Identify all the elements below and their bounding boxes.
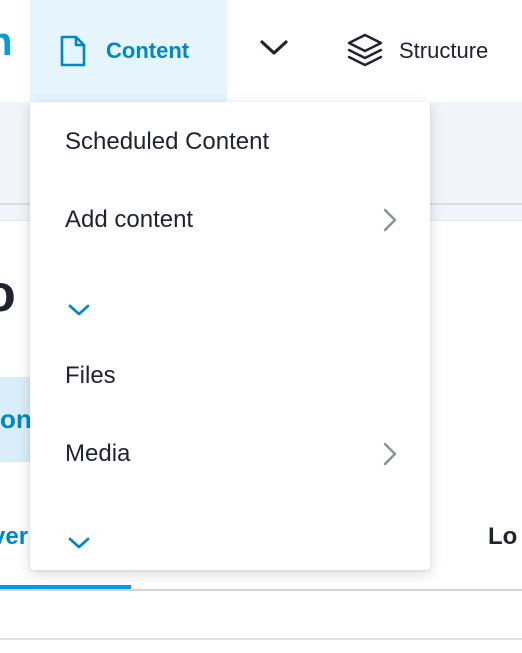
chevron-down-icon: [259, 39, 289, 57]
tabs-divider: [0, 589, 522, 591]
menu-item-add-content[interactable]: Add content: [30, 189, 430, 251]
layers-icon: [346, 32, 399, 70]
toolbar-expand-button[interactable]: [250, 28, 298, 68]
menu-item-media[interactable]: Media: [30, 423, 430, 485]
submenu-toggle-add-content[interactable]: [64, 295, 94, 325]
chevron-down-icon: [67, 303, 91, 317]
site-logo[interactable]: n: [0, 22, 12, 62]
toolbar-item-structure[interactable]: Structure: [346, 0, 488, 102]
page-title: o: [0, 268, 16, 320]
toolbar-item-content-label: Content: [106, 38, 190, 63]
file-icon: [58, 34, 106, 68]
content-dropdown-menu: Scheduled Content Add content Files Medi…: [30, 102, 430, 570]
menu-item-label: Media: [65, 440, 131, 467]
toolbar-item-structure-label: Structure: [399, 38, 489, 63]
tab-log[interactable]: Lo: [488, 523, 517, 551]
toolbar-item-content[interactable]: Content: [30, 0, 227, 102]
page-divider: [0, 638, 522, 640]
tab-overview[interactable]: ver: [0, 523, 28, 551]
admin-toolbar: n Content Structure: [0, 0, 522, 102]
menu-item-scheduled-content[interactable]: Scheduled Content: [30, 111, 430, 173]
menu-item-label: Files: [65, 362, 116, 389]
menu-item-label: Scheduled Content: [65, 128, 270, 155]
page-action-button-label: on: [0, 404, 32, 434]
chevron-right-icon[interactable]: [382, 207, 398, 233]
menu-item-files[interactable]: Files: [30, 345, 430, 407]
chevron-down-icon: [67, 536, 91, 550]
submenu-toggle-media[interactable]: [64, 528, 94, 558]
menu-item-label: Add content: [65, 206, 194, 233]
chevron-right-icon[interactable]: [382, 441, 398, 467]
